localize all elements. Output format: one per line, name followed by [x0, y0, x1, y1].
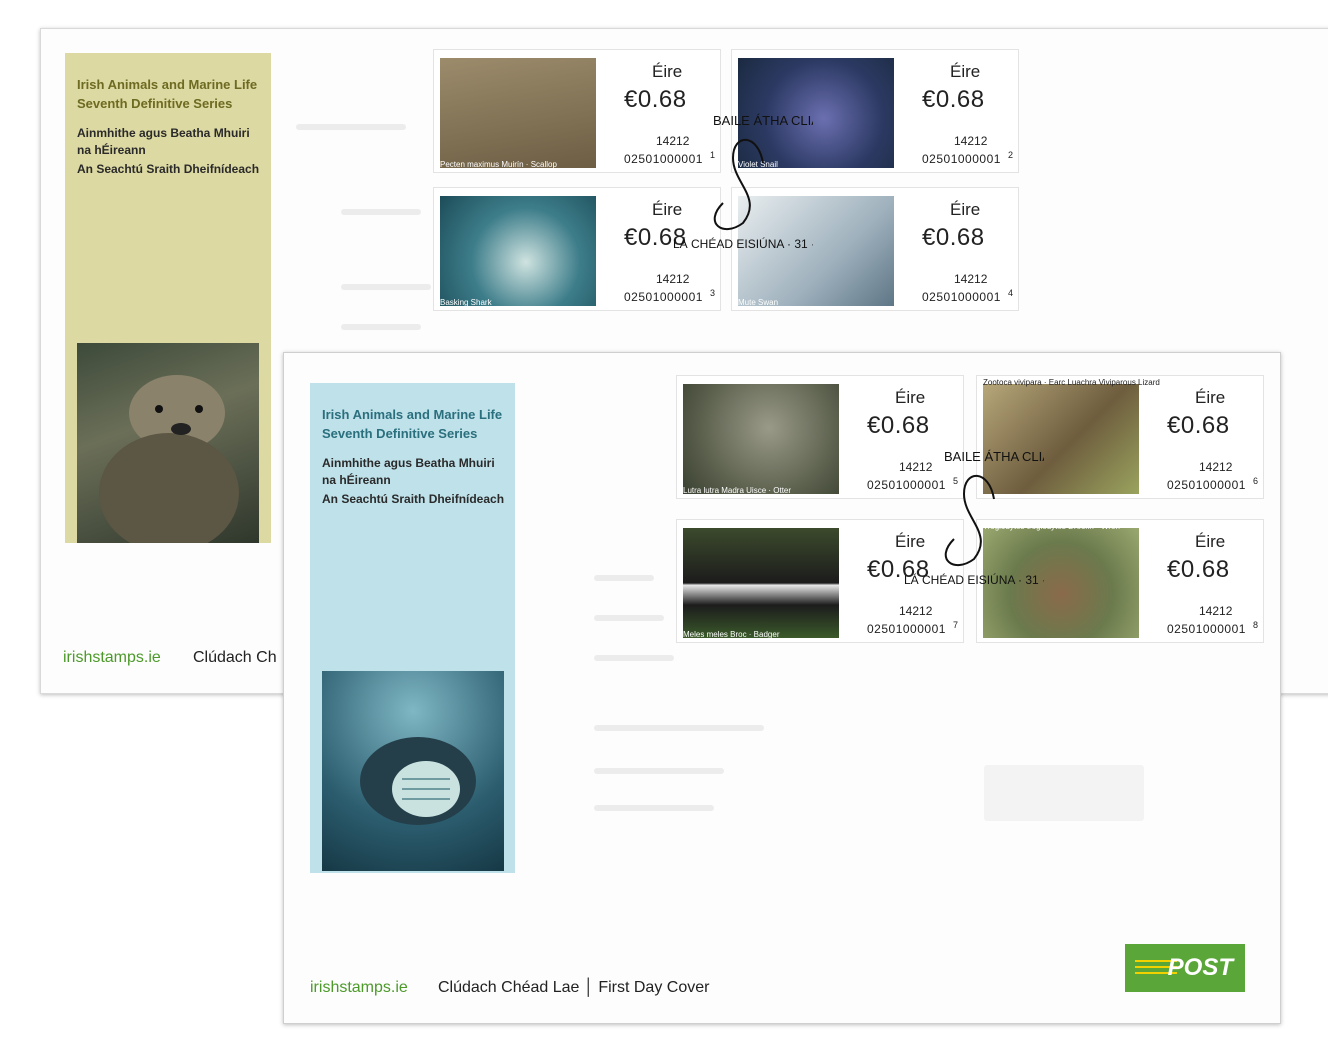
stamp-code: 14212: [954, 272, 988, 286]
stamp-number: 6: [1253, 476, 1259, 486]
text-line: [341, 324, 421, 330]
text-line: [594, 655, 674, 661]
stamp-caption: Mute Swan: [738, 298, 779, 307]
postmark-bottom-text: LÁ CHÉAD EISIÚNA · 31 · VII · 2014: [904, 572, 1044, 587]
text-line: [594, 805, 714, 811]
website-link[interactable]: irishstamps.ie: [63, 649, 161, 667]
cover-side-panel: Irish Animals and Marine Life Seventh De…: [310, 383, 515, 873]
postmark-bottom-text: LÁ CHÉAD EISIÚNA · 31 · VII · 2014: [673, 236, 813, 251]
post-logo-text: POST: [1167, 954, 1233, 981]
stamp-price: €0.68: [867, 412, 930, 439]
stamp-caption: Meles meles Broc · Badger: [683, 630, 780, 639]
stamp-serial: 02501000001: [1167, 622, 1246, 636]
stamp-country: Éire: [1195, 388, 1226, 407]
stamp-country: Éire: [1195, 532, 1226, 551]
irish-title: Ainmhithe agus Beatha Mhuiri na hÉireann: [77, 126, 250, 157]
stamp-price: €0.68: [922, 224, 985, 251]
text-line: [594, 768, 724, 774]
text-line: [341, 284, 431, 290]
scallop-image: [440, 58, 596, 168]
stamp-caption: Lutra lutra Madra Uisce · Otter: [683, 486, 792, 495]
stamp-serial: 02501000001: [624, 290, 703, 304]
stamp-caption: Pecten maximus Muirín · Scallop: [440, 160, 557, 169]
stamp-serial: 02501000001: [922, 152, 1001, 166]
stamp-country: Éire: [895, 388, 926, 407]
address-block: [984, 765, 1144, 821]
stamp-price: €0.68: [1167, 412, 1230, 439]
post-logo: POST: [1125, 944, 1245, 992]
irish-series: An Seachtú Sraith Dheifnídeach: [77, 162, 260, 176]
stamp-serial: 02501000001: [1167, 478, 1246, 492]
postmark-top-text: BAILE ÁTHA CLIATH: [713, 113, 813, 128]
stamp-number: 8: [1253, 620, 1259, 630]
postmark-back: BAILE ÁTHA CLIATH LÁ CHÉAD EISIÚNA · 31 …: [673, 113, 813, 251]
stamp-number: 3: [710, 288, 716, 298]
stamp-code: 14212: [954, 134, 988, 148]
postmark-front: BAILE ÁTHA CLIATH LÁ CHÉAD EISIÚNA · 31 …: [904, 449, 1044, 587]
stamp-country: Éire: [950, 62, 981, 81]
text-line: [594, 725, 764, 731]
stamp-code: 14212: [1199, 604, 1233, 618]
stamp-serial: 02501000001: [867, 622, 946, 636]
stamp-code: 14212: [656, 272, 690, 286]
stamp-country: Éire: [950, 200, 981, 219]
series-title: Irish Animals and Marine Life Seventh De…: [322, 407, 503, 441]
cover-caption: Clúdach Ch: [193, 649, 277, 666]
basking-shark-image: [440, 196, 596, 306]
stamp-serial: 02501000001: [922, 290, 1001, 304]
text-line: [594, 575, 654, 581]
otter-image: [683, 384, 839, 494]
stamp-number: 7: [953, 620, 959, 630]
postmark-top-text: BAILE ÁTHA CLIATH: [944, 449, 1044, 464]
stamp-country: Éire: [652, 62, 683, 81]
stamp-number: 4: [1008, 288, 1014, 298]
irish-title: Ainmhithe agus Beatha Mhuiri na hÉireann: [322, 456, 495, 487]
series-title: Irish Animals and Marine Life Seventh De…: [77, 77, 258, 111]
stamp-code: 14212: [899, 604, 933, 618]
stamp-caption: Basking Shark: [440, 298, 492, 307]
badger-image: [683, 528, 839, 638]
otter-photo: [77, 343, 259, 553]
text-line: [341, 209, 421, 215]
cover-side-panel: Irish Animals and Marine Life Seventh De…: [65, 53, 271, 553]
stamp-code: 14212: [1199, 460, 1233, 474]
stamp-number: 2: [1008, 150, 1014, 160]
stamp-price: €0.68: [1167, 556, 1230, 583]
stamp-price: €0.68: [922, 86, 985, 113]
website-link[interactable]: irishstamps.ie: [310, 979, 408, 997]
text-line: [594, 615, 664, 621]
cover-caption: Clúdach Chéad Lae │ First Day Cover: [438, 979, 710, 996]
basking-shark-photo: [322, 671, 504, 871]
irish-series: An Seachtú Sraith Dheifnídeach: [322, 492, 505, 506]
stamp-caption: Zootoca vivipara · Earc Luachra Viviparo…: [983, 378, 1160, 387]
text-line: [296, 124, 406, 130]
first-day-cover-front: Irish Animals and Marine Life Seventh De…: [283, 352, 1281, 1024]
